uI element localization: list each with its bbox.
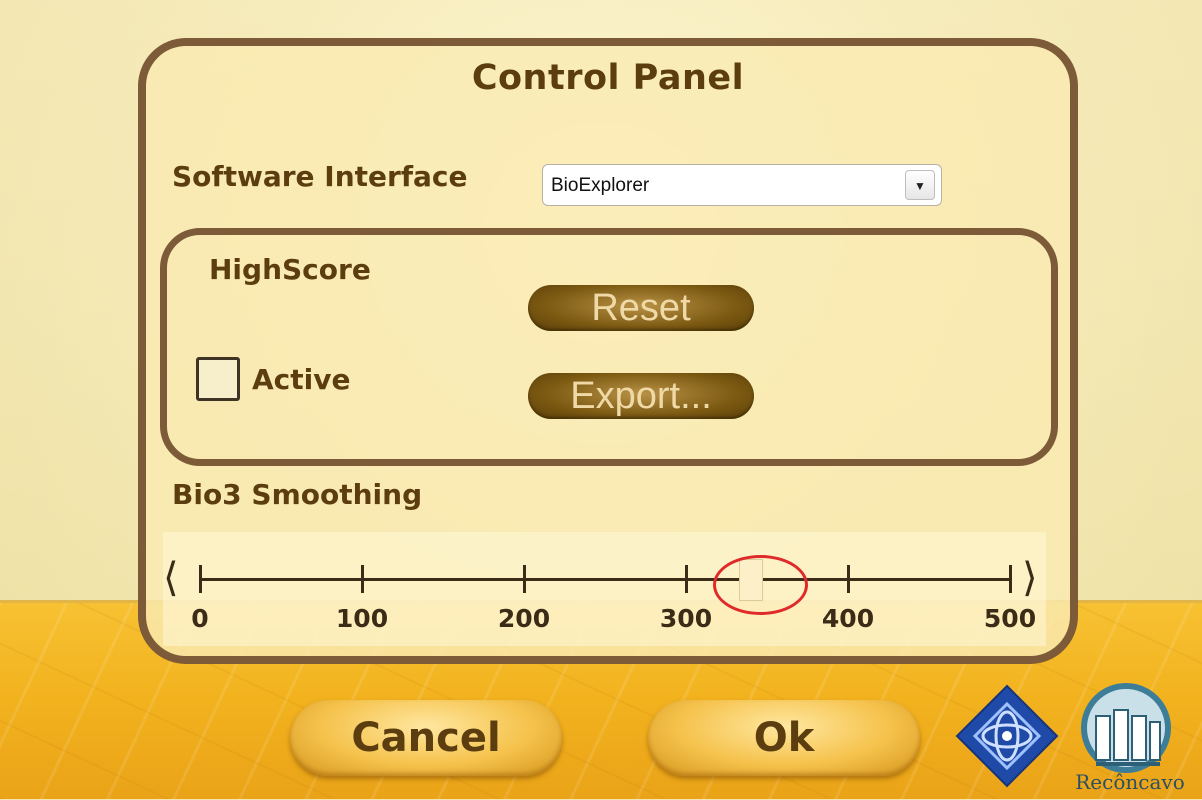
- ufrb-logo: [955, 684, 1059, 788]
- slider-tick-label: 200: [497, 604, 551, 633]
- reconcavo-logo: Recôncavo: [1066, 676, 1196, 796]
- chevron-down-icon[interactable]: ▼: [905, 170, 935, 200]
- ok-button[interactable]: Ok: [648, 700, 920, 776]
- slider-tick: [199, 565, 202, 593]
- slider-tick: [1009, 565, 1012, 593]
- slider-tick: [361, 565, 364, 593]
- export-button[interactable]: Export...: [528, 373, 754, 419]
- software-interface-select[interactable]: BioExplorer ▼: [542, 164, 942, 206]
- software-interface-label: Software Interface: [172, 160, 468, 193]
- reset-button[interactable]: Reset: [528, 285, 754, 331]
- active-checkbox[interactable]: [196, 357, 240, 401]
- slider-tick-label: 400: [821, 604, 875, 633]
- slider-tick: [523, 565, 526, 593]
- chevron-left-icon[interactable]: ⟨: [163, 556, 179, 600]
- svg-text:Recôncavo: Recôncavo: [1075, 770, 1184, 794]
- slider-tick-label: 300: [659, 604, 713, 633]
- dialog-title: Control Panel: [471, 58, 745, 98]
- slider-tick-label: 500: [983, 604, 1037, 633]
- slider-track[interactable]: [200, 578, 1012, 581]
- slider-tick: [847, 565, 850, 593]
- slider-tick-label: 0: [191, 604, 209, 633]
- chevron-right-icon[interactable]: ⟩: [1022, 556, 1038, 600]
- smoothing-label: Bio3 Smoothing: [172, 478, 423, 511]
- smoothing-slider[interactable]: [163, 532, 1046, 646]
- slider-tick-label: 100: [335, 604, 389, 633]
- highscore-label: HighScore: [209, 253, 371, 286]
- slider-tick: [685, 565, 688, 593]
- cancel-button[interactable]: Cancel: [290, 700, 562, 776]
- thumb-highlight-ring: [713, 555, 808, 615]
- software-interface-value: BioExplorer: [551, 175, 650, 196]
- active-label: Active: [252, 363, 351, 396]
